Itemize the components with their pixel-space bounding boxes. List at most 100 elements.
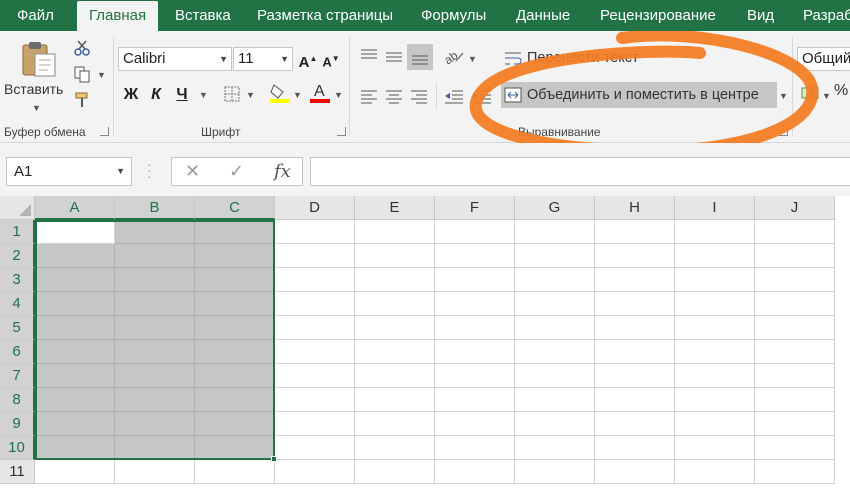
cell-f8[interactable] bbox=[435, 388, 515, 412]
align-right-icon[interactable] bbox=[407, 85, 431, 107]
cut-button[interactable] bbox=[70, 37, 94, 59]
row-header-4[interactable]: 4 bbox=[0, 292, 35, 316]
cell-b7[interactable] bbox=[115, 364, 195, 388]
row-header-7[interactable]: 7 bbox=[0, 364, 35, 388]
cell-g2[interactable] bbox=[515, 244, 595, 268]
cell-h4[interactable] bbox=[595, 292, 675, 316]
cell-f7[interactable] bbox=[435, 364, 515, 388]
font-size-combo[interactable]: 11 ▼ bbox=[233, 47, 293, 71]
column-header-a[interactable]: A bbox=[35, 196, 115, 220]
cell-j6[interactable] bbox=[755, 340, 835, 364]
cell-j11[interactable] bbox=[755, 460, 835, 484]
cell-b9[interactable] bbox=[115, 412, 195, 436]
cell-f9[interactable] bbox=[435, 412, 515, 436]
cell-i8[interactable] bbox=[675, 388, 755, 412]
cell-d2[interactable] bbox=[275, 244, 355, 268]
cell-e10[interactable] bbox=[355, 436, 435, 460]
cell-d11[interactable] bbox=[275, 460, 355, 484]
cell-h1[interactable] bbox=[595, 220, 675, 244]
cell-b4[interactable] bbox=[115, 292, 195, 316]
cell-a8[interactable] bbox=[35, 388, 115, 412]
row-header-6[interactable]: 6 bbox=[0, 340, 35, 364]
cell-a2[interactable] bbox=[35, 244, 115, 268]
chevron-down-icon[interactable]: ▼ bbox=[779, 91, 788, 101]
cell-c1[interactable] bbox=[195, 220, 275, 244]
cell-c5[interactable] bbox=[195, 316, 275, 340]
cell-h5[interactable] bbox=[595, 316, 675, 340]
cell-i10[interactable] bbox=[675, 436, 755, 460]
row-header-8[interactable]: 8 bbox=[0, 388, 35, 412]
cell-c2[interactable] bbox=[195, 244, 275, 268]
cell-d7[interactable] bbox=[275, 364, 355, 388]
cell-f6[interactable] bbox=[435, 340, 515, 364]
cell-c7[interactable] bbox=[195, 364, 275, 388]
underline-button[interactable]: Ч bbox=[172, 83, 192, 107]
cell-e2[interactable] bbox=[355, 244, 435, 268]
cell-c3[interactable] bbox=[195, 268, 275, 292]
font-color-button[interactable]: A bbox=[308, 82, 332, 104]
number-format-combo[interactable]: Общий bbox=[797, 47, 850, 71]
cell-f2[interactable] bbox=[435, 244, 515, 268]
cell-i5[interactable] bbox=[675, 316, 755, 340]
align-bottom-button[interactable] bbox=[407, 44, 433, 70]
column-header-g[interactable]: G bbox=[515, 196, 595, 220]
formula-input[interactable] bbox=[310, 157, 850, 186]
tab-formulas[interactable]: Формулы bbox=[409, 0, 498, 31]
borders-button[interactable] bbox=[220, 83, 244, 105]
cell-g1[interactable] bbox=[515, 220, 595, 244]
cell-f10[interactable] bbox=[435, 436, 515, 460]
row-header-2[interactable]: 2 bbox=[0, 244, 35, 268]
tab-developer[interactable]: Разраб bbox=[791, 0, 850, 31]
fill-handle[interactable] bbox=[271, 456, 277, 462]
cell-e7[interactable] bbox=[355, 364, 435, 388]
dialog-launcher-icon[interactable] bbox=[779, 127, 788, 136]
cell-e11[interactable] bbox=[355, 460, 435, 484]
cell-a3[interactable] bbox=[35, 268, 115, 292]
cell-i6[interactable] bbox=[675, 340, 755, 364]
cell-h9[interactable] bbox=[595, 412, 675, 436]
column-header-i[interactable]: I bbox=[675, 196, 755, 220]
tab-page-layout[interactable]: Разметка страницы bbox=[245, 0, 405, 31]
cell-b8[interactable] bbox=[115, 388, 195, 412]
cell-a5[interactable] bbox=[35, 316, 115, 340]
cell-b5[interactable] bbox=[115, 316, 195, 340]
cell-i1[interactable] bbox=[675, 220, 755, 244]
cell-j7[interactable] bbox=[755, 364, 835, 388]
increase-indent-icon[interactable] bbox=[470, 85, 494, 107]
format-painter-button[interactable] bbox=[70, 89, 94, 111]
font-name-combo[interactable]: Calibri ▼ bbox=[118, 47, 232, 71]
column-header-c[interactable]: C bbox=[195, 196, 275, 220]
cell-g9[interactable] bbox=[515, 412, 595, 436]
cell-b2[interactable] bbox=[115, 244, 195, 268]
cell-e4[interactable] bbox=[355, 292, 435, 316]
cell-b1[interactable] bbox=[115, 220, 195, 244]
copy-button[interactable] bbox=[70, 63, 94, 85]
cell-i3[interactable] bbox=[675, 268, 755, 292]
row-header-10[interactable]: 10 bbox=[0, 436, 35, 460]
align-center-icon[interactable] bbox=[382, 85, 406, 107]
cell-h7[interactable] bbox=[595, 364, 675, 388]
increase-font-size-button[interactable]: A▲ bbox=[298, 47, 318, 71]
cell-j9[interactable] bbox=[755, 412, 835, 436]
cell-e1[interactable] bbox=[355, 220, 435, 244]
cell-j4[interactable] bbox=[755, 292, 835, 316]
cell-b6[interactable] bbox=[115, 340, 195, 364]
cell-j3[interactable] bbox=[755, 268, 835, 292]
cell-g3[interactable] bbox=[515, 268, 595, 292]
decrease-font-size-button[interactable]: A▼ bbox=[321, 47, 341, 71]
cell-d4[interactable] bbox=[275, 292, 355, 316]
cell-j10[interactable] bbox=[755, 436, 835, 460]
cell-a4[interactable] bbox=[35, 292, 115, 316]
cell-a6[interactable] bbox=[35, 340, 115, 364]
cell-j8[interactable] bbox=[755, 388, 835, 412]
tab-data[interactable]: Данные bbox=[504, 0, 582, 31]
decrease-indent-icon[interactable] bbox=[442, 85, 466, 107]
fill-color-button[interactable] bbox=[268, 82, 292, 104]
align-left-icon[interactable] bbox=[357, 85, 381, 107]
dialog-launcher-icon[interactable] bbox=[100, 127, 109, 136]
row-header-11[interactable]: 11 bbox=[0, 460, 35, 484]
cell-h8[interactable] bbox=[595, 388, 675, 412]
cell-d9[interactable] bbox=[275, 412, 355, 436]
cell-e3[interactable] bbox=[355, 268, 435, 292]
cell-d1[interactable] bbox=[275, 220, 355, 244]
